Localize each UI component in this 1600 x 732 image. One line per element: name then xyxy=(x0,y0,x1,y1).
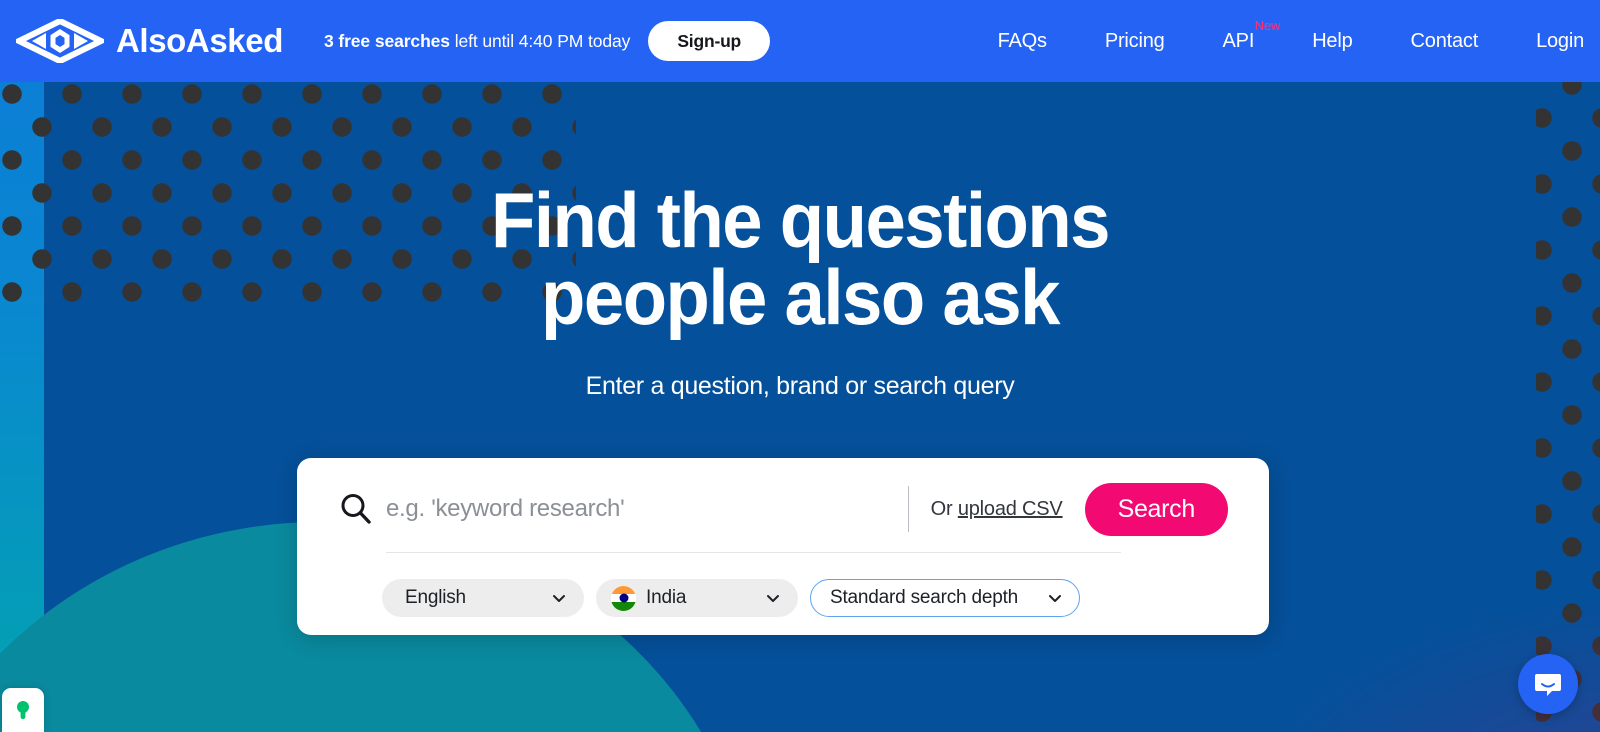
page-title-line-1: Find the questions xyxy=(490,176,1111,264)
privacy-lock-button[interactable] xyxy=(2,688,44,732)
chevron-down-icon xyxy=(553,595,565,602)
free-searches-notice: 3 free searches left until 4:40 PM today xyxy=(324,31,630,52)
search-input[interactable] xyxy=(386,487,898,531)
intercom-chat-button[interactable] xyxy=(1518,654,1578,714)
nav-label-pricing: Pricing xyxy=(1104,29,1165,52)
search-depth-select[interactable]: Standard search depth xyxy=(810,579,1080,617)
nav-label-login: Login xyxy=(1536,29,1584,52)
nav-link-faqs[interactable]: FAQs xyxy=(998,30,1047,53)
new-badge: New xyxy=(1254,17,1281,33)
chevron-down-icon xyxy=(1049,595,1061,602)
page-root: AlsoAsked 3 free searches left until 4:4… xyxy=(0,0,1600,732)
nav-link-pricing[interactable]: Pricing xyxy=(1105,30,1165,53)
alsoasked-diamond-logo-icon xyxy=(16,19,104,63)
site-header: AlsoAsked 3 free searches left until 4:4… xyxy=(0,0,1600,82)
free-searches-count: 3 free searches xyxy=(323,30,450,51)
search-depth-label: Standard search depth xyxy=(830,587,1019,608)
page-title-line-2: people also ask xyxy=(541,253,1060,342)
upload-csv-link[interactable]: upload CSV xyxy=(958,498,1063,520)
intercom-chat-icon xyxy=(1535,674,1561,696)
search-row: Or upload CSV Search xyxy=(338,458,1228,550)
or-text: Or xyxy=(930,497,958,520)
hero-content: Find the questions people also ask Enter… xyxy=(0,176,1600,401)
page-title: Find the questions people also ask xyxy=(56,176,1544,342)
search-button[interactable]: Search xyxy=(1084,482,1228,536)
upload-csv-wrap: Or upload CSV xyxy=(931,498,1063,521)
nav-link-help[interactable]: Help xyxy=(1312,29,1353,53)
brand-name: AlsoAsked xyxy=(116,22,283,59)
country-select-label: India xyxy=(646,587,687,608)
search-icon xyxy=(341,494,371,524)
input-underline xyxy=(386,552,1121,553)
privacy-lock-icon xyxy=(17,701,29,719)
brand-logo[interactable]: AlsoAsked xyxy=(16,19,283,63)
language-select-label: English xyxy=(405,587,466,608)
nav-link-api[interactable]: API New xyxy=(1222,18,1281,53)
country-select[interactable]: India xyxy=(596,579,798,617)
india-flag-icon xyxy=(611,585,636,611)
nav-label-api: API xyxy=(1222,29,1255,52)
nav-link-login[interactable]: Login xyxy=(1536,30,1584,53)
nav-label-help: Help xyxy=(1312,29,1353,52)
free-searches-rest: left until 4:40 PM today xyxy=(449,30,631,51)
search-options-row: English India Standard search depth xyxy=(382,579,1228,617)
nav-label-contact: Contact xyxy=(1410,29,1479,52)
main-nav: FAQs Pricing API New Help Contact Login xyxy=(998,18,1585,53)
search-card: Or upload CSV Search English India xyxy=(297,458,1269,635)
language-select[interactable]: English xyxy=(382,579,584,617)
nav-label-faqs: FAQs xyxy=(997,29,1047,52)
page-subtitle: Enter a question, brand or search query xyxy=(585,372,1015,401)
signup-button[interactable]: Sign-up xyxy=(648,21,771,61)
nav-link-contact[interactable]: Contact xyxy=(1411,30,1479,53)
chevron-down-icon xyxy=(767,595,779,602)
search-divider xyxy=(907,486,909,532)
